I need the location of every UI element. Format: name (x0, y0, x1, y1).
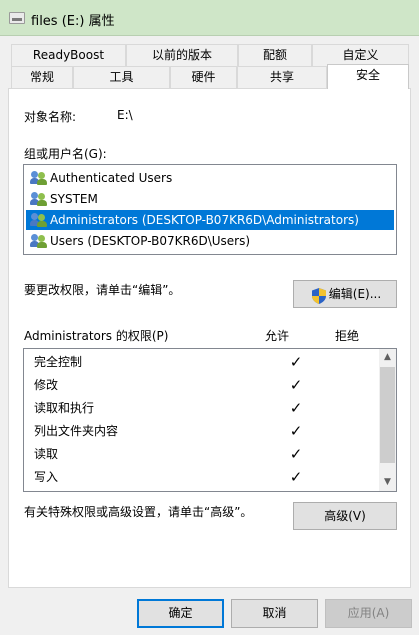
tab-previous-versions[interactable]: 以前的版本 (126, 44, 238, 66)
users-icon (30, 171, 48, 185)
security-panel: 对象名称: E:\ 组或用户名(G): Authenticated Users … (8, 88, 411, 588)
group-user-label: 组或用户名(G): (24, 147, 107, 161)
allow-header: 允许 (265, 329, 290, 343)
ok-button[interactable]: 确定 (137, 599, 224, 628)
object-name-label: 对象名称: (24, 110, 77, 124)
deny-header: 拒绝 (335, 329, 360, 343)
allow-check-icon: ✓ (289, 353, 303, 371)
edit-button[interactable]: 编辑(E)... (293, 280, 397, 308)
advanced-note: 有关特殊权限或高级设置，请单击“高级”。 (24, 505, 253, 519)
tab-security[interactable]: 安全 (327, 64, 409, 89)
allow-check-icon: ✓ (289, 422, 303, 440)
list-item: 读取和执行 ✓ (34, 397, 374, 420)
permissions-list[interactable]: 完全控制 ✓ 修改 ✓ 读取和执行 ✓ 列出文件夹内容 ✓ 读取 ✓ 写入 ✓ … (23, 348, 397, 492)
allow-check-icon: ✓ (289, 445, 303, 463)
users-icon (30, 192, 48, 206)
title-bar[interactable]: files (E:) 属性 (0, 0, 419, 36)
scroll-thumb[interactable] (380, 367, 395, 463)
advanced-button[interactable]: 高级(V) (293, 502, 397, 530)
permissions-scrollbar[interactable]: ▲ ▼ (379, 349, 396, 491)
tab-sharing[interactable]: 共享 (237, 66, 327, 88)
scroll-up-icon[interactable]: ▲ (379, 349, 396, 366)
list-item: 读取 ✓ (34, 443, 374, 466)
list-item-authenticated-users[interactable]: Authenticated Users (26, 168, 394, 188)
edit-note: 要更改权限，请单击“编辑”。 (24, 283, 181, 297)
tab-hardware[interactable]: 硬件 (170, 66, 237, 88)
tab-quota[interactable]: 配额 (238, 44, 312, 66)
scroll-down-icon[interactable]: ▼ (379, 474, 396, 491)
tab-customize[interactable]: 自定义 (312, 44, 409, 66)
allow-check-icon: ✓ (289, 468, 303, 486)
user-list[interactable]: Authenticated Users SYSTEM Administrator… (23, 164, 397, 255)
list-item: 写入 ✓ (34, 466, 374, 489)
allow-check-icon: ✓ (289, 399, 303, 417)
object-name-value: E:\ (117, 108, 133, 122)
list-item-system[interactable]: SYSTEM (26, 189, 394, 209)
tab-general[interactable]: 常规 (11, 66, 73, 88)
window-title: files (E:) 属性 (31, 14, 115, 29)
uac-shield-icon (312, 288, 326, 304)
allow-check-icon: ✓ (289, 376, 303, 394)
list-item: 修改 ✓ (34, 374, 374, 397)
list-item: 列出文件夹内容 ✓ (34, 420, 374, 443)
tab-readyboost[interactable]: ReadyBoost (11, 44, 126, 66)
users-icon (30, 234, 48, 248)
users-icon (30, 213, 48, 227)
list-item-administrators[interactable]: Administrators (DESKTOP-B07KR6D\Administ… (26, 210, 394, 230)
list-item: 完全控制 ✓ (34, 351, 374, 374)
apply-button[interactable]: 应用(A) (325, 599, 412, 628)
permissions-label: Administrators 的权限(P) (24, 329, 169, 343)
drive-icon (9, 12, 25, 24)
tab-tools[interactable]: 工具 (73, 66, 170, 88)
cancel-button[interactable]: 取消 (231, 599, 318, 628)
list-item-users[interactable]: Users (DESKTOP-B07KR6D\Users) (26, 231, 394, 251)
